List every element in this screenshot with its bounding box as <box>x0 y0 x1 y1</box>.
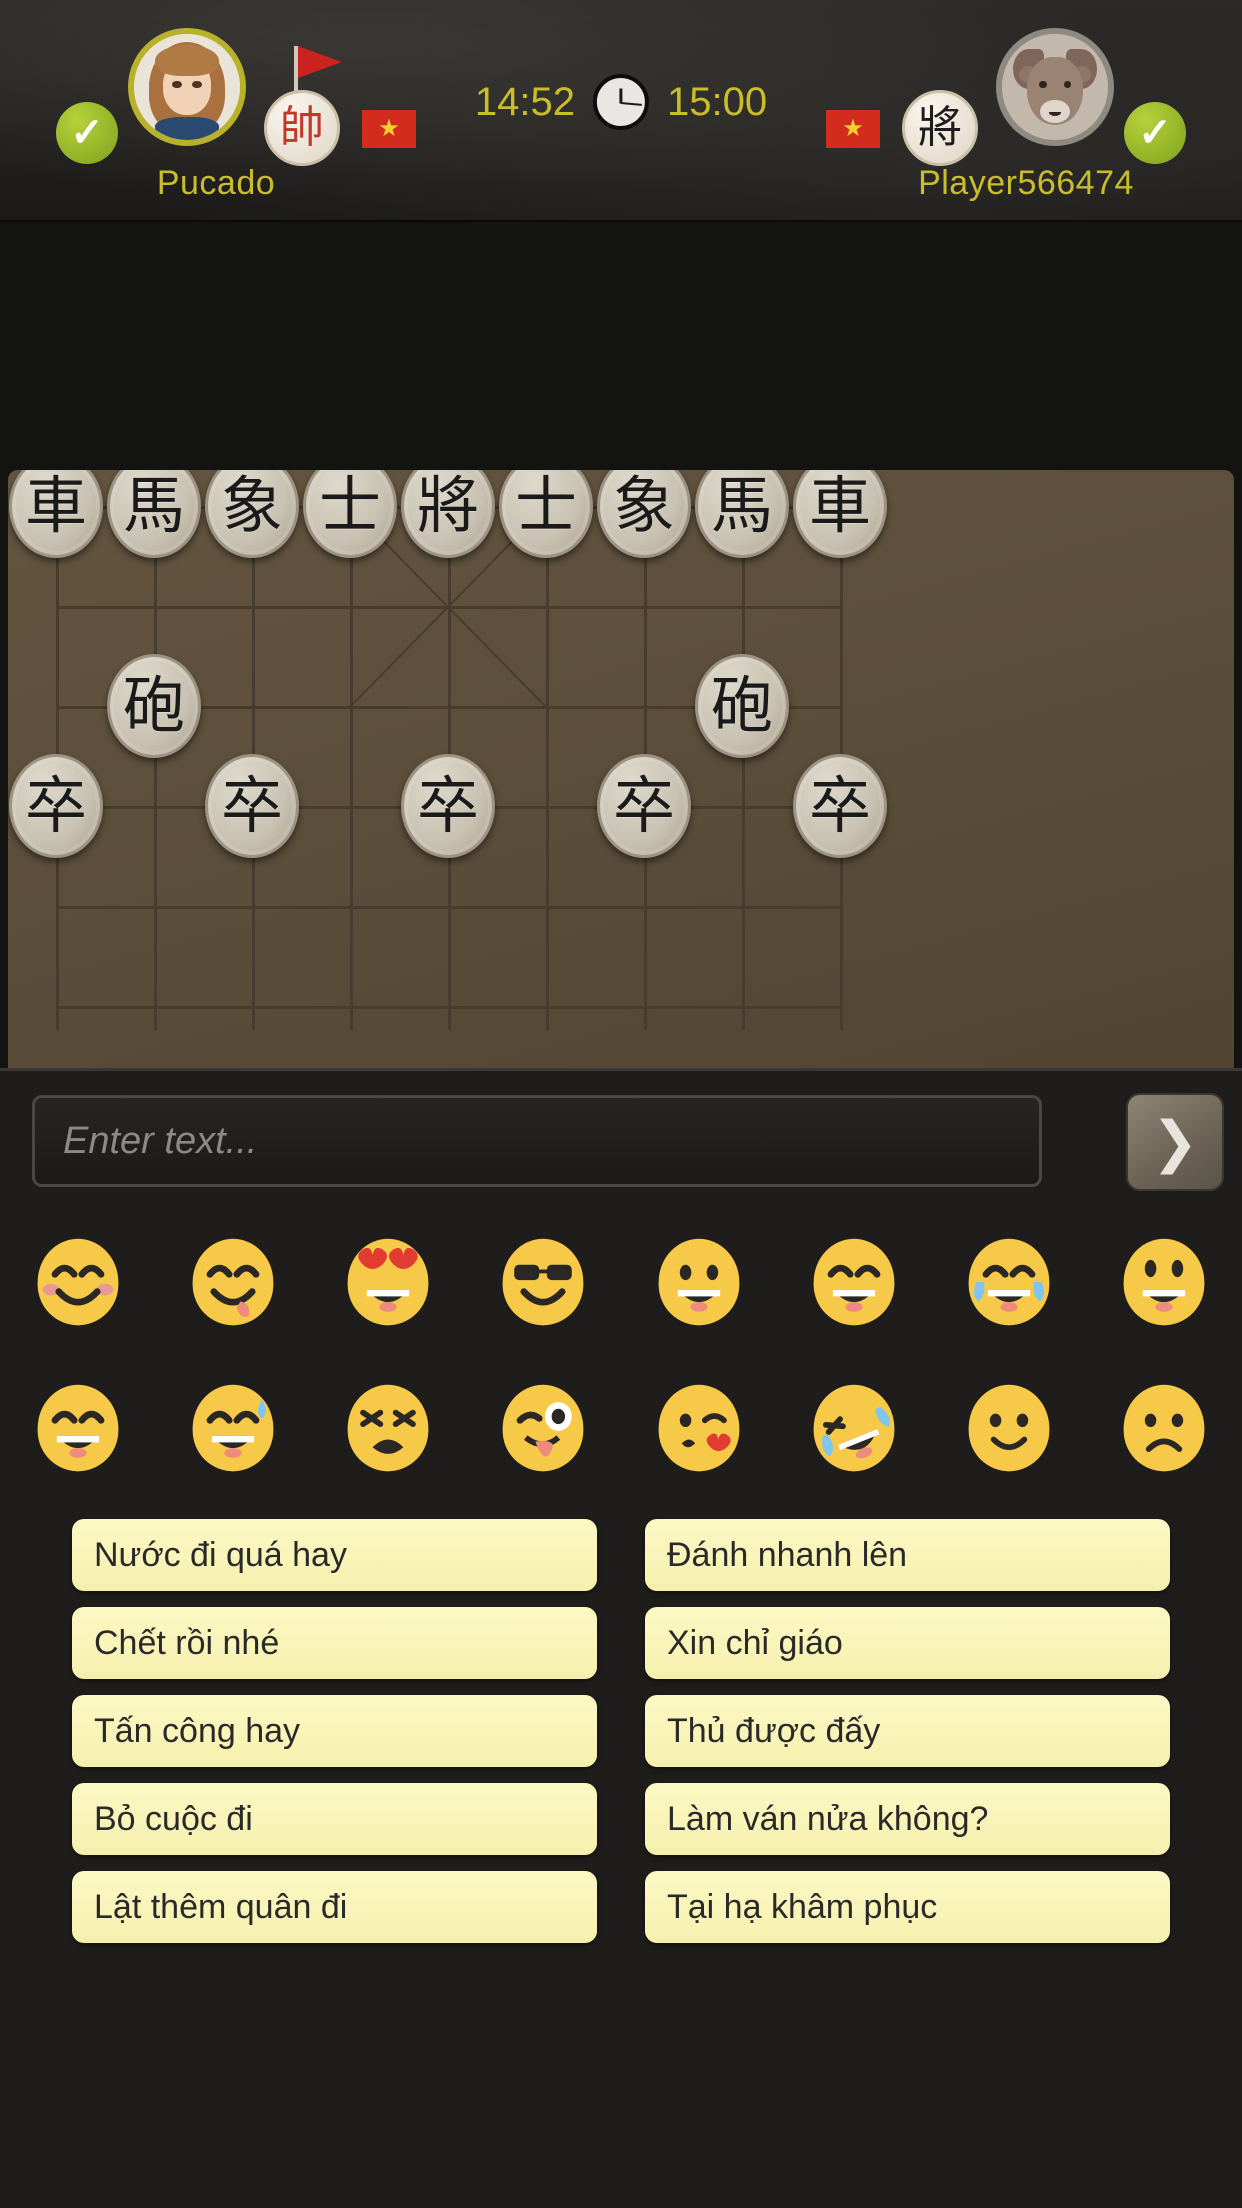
chat-panel: Enter text... ❯ Nước đi quá hay Đánh nhan… <box>0 1068 1242 2208</box>
quick-message-button[interactable]: Xin chỉ giáo <box>645 1607 1170 1679</box>
side-piece-black: 將 <box>902 90 978 166</box>
quick-message-button[interactable]: Thủ được đấy <box>645 1695 1170 1767</box>
side-piece-red: 帥 <box>264 90 340 166</box>
board-grid-line-v <box>742 506 745 1030</box>
quick-message-grid[interactable]: Nước đi quá hay Đánh nhanh lên Chết rồi nh… <box>0 1511 1242 1951</box>
avatar-right[interactable] <box>996 28 1114 146</box>
chat-text-input[interactable]: Enter text... <box>32 1095 1042 1187</box>
quick-message-button[interactable]: Chết rồi nhé <box>72 1607 597 1679</box>
board-piece[interactable]: 卒 <box>205 754 299 858</box>
board-piece[interactable]: 馬 <box>695 470 789 558</box>
board-piece[interactable]: 卒 <box>793 754 887 858</box>
analog-clock-icon <box>593 74 649 130</box>
game-screen: ✓ 帥 ★ Pucado 14:52 15:00 ✓ 將 ★ Player566… <box>0 0 1242 2208</box>
board-area: 車馬象士將士象馬車砲砲卒卒卒卒卒 <box>0 222 1242 1068</box>
quick-message-button[interactable]: Tấn công hay <box>72 1695 597 1767</box>
board-piece[interactable]: 車 <box>9 470 103 558</box>
quick-message-button[interactable]: Nước đi quá hay <box>72 1519 597 1591</box>
player-name-right: Player566474 <box>918 164 1134 202</box>
board-piece[interactable]: 卒 <box>9 754 103 858</box>
board-piece[interactable]: 車 <box>793 470 887 558</box>
zany-tongue-wink-emoji[interactable] <box>466 1355 621 1501</box>
quick-message-button[interactable]: Tại hạ khâm phục <box>645 1871 1170 1943</box>
timer-left-value: 14:52 <box>474 80 575 124</box>
timer-right-value: 15:00 <box>667 80 768 124</box>
board-piece[interactable]: 馬 <box>107 470 201 558</box>
avatar-left[interactable] <box>128 28 246 146</box>
xiangqi-board[interactable]: 車馬象士將士象馬車砲砲卒卒卒卒卒 <box>8 470 1234 1068</box>
ready-check-icon-right: ✓ <box>1124 102 1186 164</box>
board-piece[interactable]: 砲 <box>107 654 201 758</box>
tears-of-joy-emoji[interactable] <box>932 1209 1087 1355</box>
quick-message-button[interactable]: Đánh nhanh lên <box>645 1519 1170 1591</box>
board-grid-line-v <box>154 506 157 1030</box>
quick-message-button[interactable]: Lật thêm quân đi <box>72 1871 597 1943</box>
kissing-heart-emoji[interactable] <box>621 1355 776 1501</box>
board-piece[interactable]: 砲 <box>695 654 789 758</box>
board-piece[interactable]: 卒 <box>401 754 495 858</box>
grinning-big-eyes-emoji[interactable] <box>1087 1209 1242 1355</box>
smiling-face-blush-emoji[interactable] <box>0 1209 155 1355</box>
send-message-button[interactable]: ❯ <box>1126 1093 1224 1191</box>
grinning-sweat-emoji[interactable] <box>155 1355 310 1501</box>
board-piece[interactable]: 將 <box>401 470 495 558</box>
board-piece[interactable]: 士 <box>303 470 397 558</box>
ram-avatar-icon <box>1002 34 1108 140</box>
quick-message-button[interactable]: Bỏ cuộc đi <box>72 1783 597 1855</box>
quick-message-button[interactable]: Làm ván nửa không? <box>645 1783 1170 1855</box>
smiling-eyes-grin-emoji[interactable] <box>776 1209 931 1355</box>
board-piece[interactable]: 象 <box>597 470 691 558</box>
chat-input-row: Enter text... ❯ <box>18 1093 1224 1191</box>
tired-face-emoji[interactable] <box>311 1355 466 1501</box>
rolling-on-floor-laughing-emoji[interactable] <box>776 1355 931 1501</box>
player-panel-right[interactable]: ✓ 將 ★ Player566474 <box>786 24 1206 204</box>
girl-avatar-icon <box>134 34 240 140</box>
ready-check-icon-left: ✓ <box>56 102 118 164</box>
grinning-face-emoji[interactable] <box>621 1209 776 1355</box>
player-panel-left[interactable]: ✓ 帥 ★ Pucado <box>36 24 456 204</box>
slightly-smiling-emoji[interactable] <box>932 1355 1087 1501</box>
player-name-left: Pucado <box>156 164 276 202</box>
top-status-bar: ✓ 帥 ★ Pucado 14:52 15:00 ✓ 將 ★ Player566… <box>0 0 1242 222</box>
vietnam-flag-icon-right: ★ <box>826 110 880 148</box>
heart-eyes-emoji[interactable] <box>311 1209 466 1355</box>
sunglasses-emoji[interactable] <box>466 1209 621 1355</box>
board-grid-line-v <box>546 506 549 1030</box>
board-piece[interactable]: 象 <box>205 470 299 558</box>
board-piece[interactable]: 卒 <box>597 754 691 858</box>
turn-flag-icon <box>298 46 342 78</box>
vietnam-flag-icon-left: ★ <box>362 110 416 148</box>
board-piece[interactable]: 士 <box>499 470 593 558</box>
beaming-face-emoji[interactable] <box>0 1355 155 1501</box>
slightly-frowning-emoji[interactable] <box>1087 1355 1242 1501</box>
face-savoring-food-emoji[interactable] <box>155 1209 310 1355</box>
board-grid-line-v <box>350 506 353 1030</box>
chevron-right-icon: ❯ <box>1151 1110 1199 1173</box>
emoji-picker-grid[interactable] <box>0 1209 1242 1501</box>
game-timer: 14:52 15:00 <box>475 74 767 130</box>
